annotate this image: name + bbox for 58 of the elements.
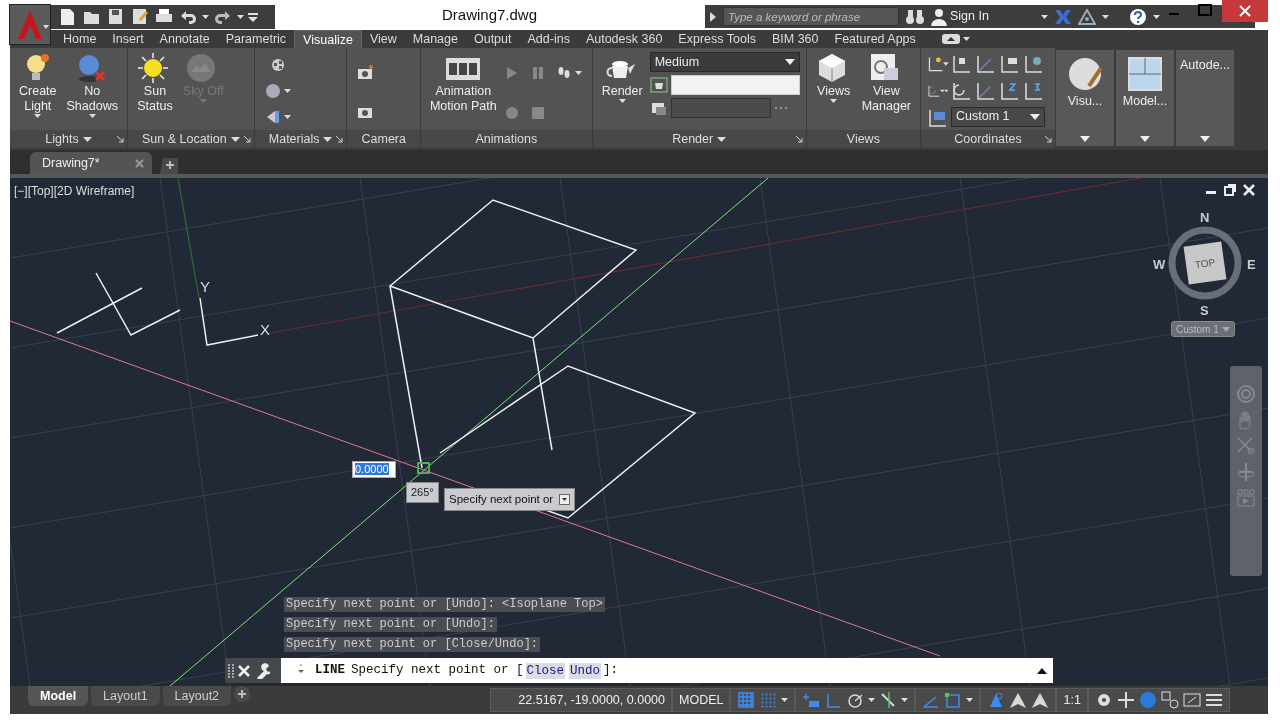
- ribbon-tab[interactable]: Home: [55, 30, 105, 48]
- layout-tab[interactable]: Layout2: [162, 686, 232, 706]
- ribbon-tab[interactable]: Autodesk 360: [577, 30, 671, 48]
- ribbon-panel[interactable]: Autode...: [1176, 50, 1234, 146]
- compass-label[interactable]: S: [1200, 301, 1209, 321]
- ribbon-button[interactable]: Views: [812, 52, 855, 130]
- panel-title: Render: [672, 130, 714, 148]
- panel-title: Animations: [475, 130, 538, 148]
- axis-label: X: [260, 320, 270, 340]
- compass-label[interactable]: N: [1200, 208, 1210, 228]
- viewport-controls-label[interactable]: [−][Top][2D Wireframe]: [14, 182, 135, 200]
- ribbon-tab[interactable]: Output: [465, 30, 520, 48]
- ribbon-button[interactable]: Render: [598, 52, 646, 130]
- ribbon-tab[interactable]: Express Tools: [670, 30, 764, 48]
- render-preset-dropdown[interactable]: Medium: [649, 52, 800, 72]
- tooltip-text: Specify next point or: [449, 492, 554, 507]
- ribbon-button[interactable]: View Manager: [858, 52, 914, 130]
- angle-tooltip: 265°: [406, 482, 439, 503]
- ribbon-button[interactable]: Create Light: [16, 52, 60, 130]
- ribbon-tab[interactable]: Featured Apps: [826, 30, 924, 48]
- ribbon-tab[interactable]: Annotate: [151, 30, 218, 48]
- ribbon-panel[interactable]: Visu...: [1056, 50, 1114, 146]
- ribbon-tab[interactable]: Parametric: [217, 30, 295, 48]
- sign-in-button[interactable]: Sign In: [931, 7, 989, 26]
- ribbon-tab[interactable]: Insert: [104, 30, 152, 48]
- annotation-scale-button[interactable]: 1:1: [1056, 688, 1088, 712]
- coordinates-readout: 22.5167, -19.0000, 0.0000: [490, 688, 672, 712]
- compass-label[interactable]: E: [1247, 255, 1256, 275]
- ribbon-button[interactable]: Animation Motion Path: [426, 52, 500, 130]
- ribbon-panel[interactable]: Model...: [1116, 50, 1174, 146]
- compass-label[interactable]: W: [1153, 255, 1166, 275]
- axis-label: Y: [200, 277, 210, 297]
- panel-title: Views: [846, 130, 880, 148]
- panel-title: Coordinates: [954, 130, 1022, 148]
- panel-title: Sun & Location: [141, 130, 227, 148]
- layout-tab[interactable]: Model: [28, 686, 89, 706]
- ribbon-tab[interactable]: View: [361, 30, 405, 48]
- layout-tab[interactable]: Layout1: [91, 686, 160, 706]
- command-prompt: Specify next point or [: [351, 662, 524, 680]
- panel-title: Lights: [45, 130, 79, 148]
- ribbon-tab[interactable]: Visualize: [294, 30, 362, 48]
- command-prompt: ]:: [603, 662, 619, 680]
- panel-title: Materials: [268, 130, 320, 148]
- input-field[interactable]: 0.0000: [352, 461, 396, 478]
- search-field[interactable]: Type a keyword or phrase: [723, 7, 899, 26]
- window-title: Drawing7.dwg: [442, 5, 538, 25]
- command-option[interactable]: Undo: [569, 662, 602, 679]
- model-space-button[interactable]: MODEL: [672, 688, 731, 712]
- command-option[interactable]: Close: [525, 662, 566, 679]
- command-name: LINE: [315, 662, 345, 680]
- panel-title: Camera: [361, 130, 406, 148]
- ribbon-tab[interactable]: Add-ins: [519, 30, 578, 48]
- viewcube-face[interactable]: TOP: [1183, 241, 1227, 285]
- named-ucs-dropdown[interactable]: Custom 1: [951, 106, 1045, 127]
- ribbon-button[interactable]: Sun Status: [133, 52, 176, 130]
- ribbon-tab[interactable]: BIM 360: [763, 30, 827, 48]
- ribbon-tab[interactable]: Manage: [404, 30, 466, 48]
- ribbon-button[interactable]: No Shadows: [63, 52, 121, 130]
